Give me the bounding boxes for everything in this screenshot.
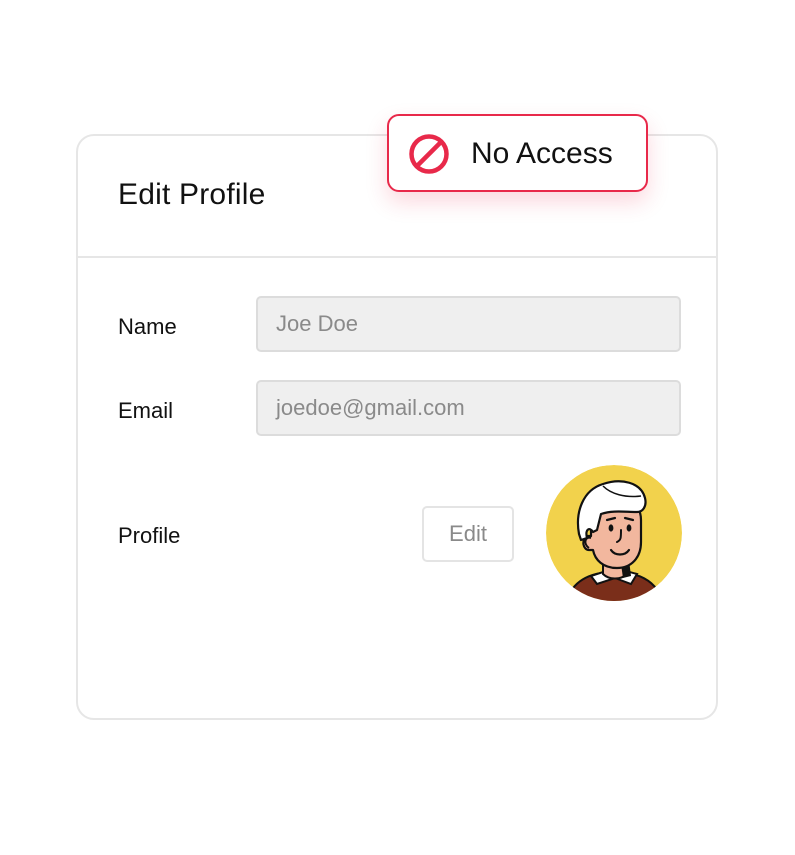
no-access-label: No Access: [471, 137, 613, 170]
user-avatar-icon: [546, 465, 682, 601]
edit-profile-button[interactable]: Edit: [422, 506, 514, 562]
no-entry-icon: [408, 133, 450, 175]
name-label: Name: [118, 314, 177, 339]
edit-profile-card: Edit Profile Name Joe Doe Email joedoe@g…: [76, 134, 718, 720]
page-title: Edit Profile: [118, 178, 266, 211]
name-field[interactable]: Joe Doe: [256, 296, 681, 352]
profile-label: Profile: [118, 523, 181, 548]
avatar[interactable]: [545, 464, 683, 602]
email-field[interactable]: joedoe@gmail.com: [256, 380, 681, 436]
no-access-badge: No Access: [387, 114, 648, 192]
email-label: Email: [118, 398, 174, 423]
